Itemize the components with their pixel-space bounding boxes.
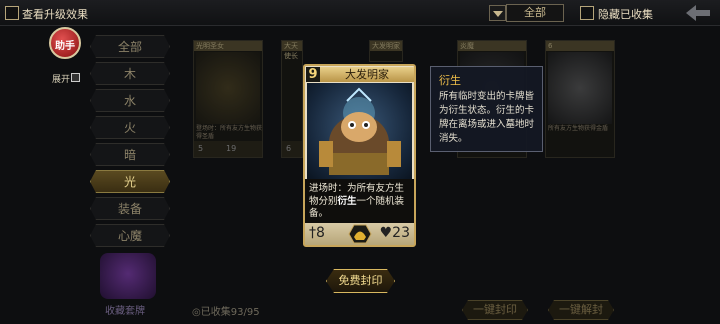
category-water[interactable]: 水 bbox=[90, 89, 170, 112]
category-equipment[interactable]: 装备 bbox=[90, 197, 170, 220]
back-arrow-icon[interactable] bbox=[684, 2, 712, 24]
category-wood[interactable]: 木 bbox=[90, 62, 170, 85]
card-slot[interactable]: 6 所有友方生物获得金盾 bbox=[545, 40, 615, 158]
card-desc-keyword[interactable]: 衍生 bbox=[338, 196, 357, 207]
card-name: 大发明家 bbox=[320, 67, 414, 82]
card-cost: 6 bbox=[546, 41, 614, 51]
hero-badge-text: 助手 bbox=[55, 41, 75, 52]
card-health: ♥23 bbox=[380, 225, 410, 241]
card-attack-value: 8 bbox=[316, 225, 325, 241]
heart-icon: ♥ bbox=[379, 225, 393, 241]
expand-label[interactable]: 展开 bbox=[52, 72, 70, 85]
sword-icon: † bbox=[309, 225, 316, 241]
card-title: 大发明家 bbox=[370, 41, 402, 51]
upgrade-effect-checkbox[interactable] bbox=[5, 6, 19, 20]
card-stats: †8 ♥23 bbox=[305, 223, 414, 245]
card-art-inventor bbox=[307, 83, 412, 179]
category-fire[interactable]: 火 bbox=[90, 116, 170, 139]
inventor-illustration bbox=[319, 87, 401, 175]
card-stats: 5 19 bbox=[194, 141, 262, 157]
category-dark[interactable]: 暗 bbox=[90, 143, 170, 166]
one-key-seal-button[interactable]: 一键封印 bbox=[462, 300, 528, 320]
card-title: 炎魔 bbox=[458, 41, 526, 51]
filter-dropdown[interactable]: 全部 bbox=[506, 4, 564, 22]
collected-text: 已收集93/95 bbox=[200, 307, 260, 318]
card-slot[interactable]: 光明圣女 登场时：所有友方生物获得圣盾 5 19 bbox=[193, 40, 263, 158]
card-hp: 19 bbox=[225, 144, 237, 153]
category-all[interactable]: 全部 bbox=[90, 35, 170, 58]
card-attack: †8 bbox=[309, 225, 325, 241]
card-art bbox=[196, 52, 260, 124]
card-art bbox=[548, 52, 612, 124]
card-desc: 所有友方生物获得金盾 bbox=[548, 125, 609, 132]
upgrade-effect-label[interactable]: 查看升级效果 bbox=[22, 6, 88, 22]
category-light[interactable]: 光 bbox=[90, 170, 170, 193]
helmet-icon bbox=[348, 224, 372, 244]
selected-card[interactable]: 9 大发明家 进场时：为所有友方生物分别衍生一个随机装备。 †8 ♥23 bbox=[303, 64, 416, 247]
card-title: 大天使长 bbox=[282, 41, 302, 60]
keyword-tooltip: 衍生 所有临时变出的卡牌皆为衍生状态。衍生的卡牌在离场或进入墓地时消失。 bbox=[430, 66, 543, 152]
tooltip-title: 衍生 bbox=[439, 74, 461, 87]
category-heart-demon[interactable]: 心魔 bbox=[90, 224, 170, 247]
card-health-value: 23 bbox=[392, 225, 410, 241]
card-description: 进场时：为所有友方生物分别衍生一个随机装备。 bbox=[305, 179, 414, 223]
one-key-unseal-button[interactable]: 一键解封 bbox=[548, 300, 614, 320]
hide-collected-checkbox[interactable] bbox=[580, 6, 594, 20]
card-desc: 登场时：所有友方生物获得圣盾 bbox=[196, 125, 263, 140]
card-atk: 5 bbox=[198, 144, 204, 153]
collection-deck-label[interactable]: 收藏套牌 bbox=[105, 302, 145, 317]
card-atk: 6 bbox=[286, 144, 292, 153]
collection-deck-icon[interactable] bbox=[100, 253, 156, 299]
hero-avatar[interactable]: 助手 bbox=[49, 27, 81, 59]
collected-counter: ◎已收集93/95 bbox=[192, 307, 260, 318]
card-cost: 9 bbox=[306, 67, 320, 82]
card-stats: 6 bbox=[282, 141, 302, 157]
expand-icon[interactable] bbox=[71, 73, 80, 82]
card-slot[interactable]: 大天使长 6 bbox=[281, 40, 303, 158]
card-title: 光明圣女 bbox=[194, 41, 262, 51]
card-slot[interactable]: 大发明家 bbox=[369, 40, 403, 62]
hide-collected-label[interactable]: 隐藏已收集 bbox=[598, 6, 653, 22]
tooltip-body: 所有临时变出的卡牌皆为衍生状态。衍生的卡牌在离场或进入墓地时消失。 bbox=[439, 91, 535, 144]
filter-dropdown-arrow-icon[interactable] bbox=[489, 5, 506, 21]
free-seal-button[interactable]: 免费封印 bbox=[326, 269, 395, 293]
